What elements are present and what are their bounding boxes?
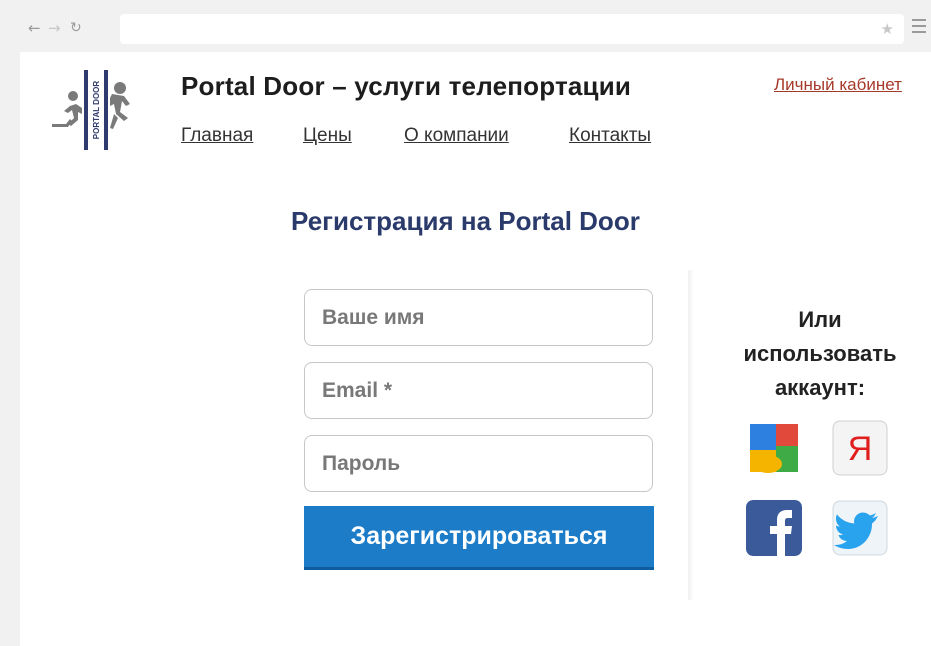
social-login-heading: Или использовать аккаунт: <box>743 307 897 400</box>
register-button[interactable]: Зарегистрироваться <box>304 506 654 570</box>
facebook-icon[interactable] <box>746 500 802 556</box>
twitter-icon[interactable] <box>832 500 888 556</box>
browser-toolbar: ← → ↻ ★ <box>0 0 931 52</box>
logo-lettering: PORTAL DOOR <box>92 81 101 140</box>
yandex-icon[interactable]: Я <box>832 420 888 476</box>
registration-heading: Регистрация на Portal Door <box>291 206 640 236</box>
email-input[interactable] <box>304 362 653 419</box>
nav-home[interactable]: Главная <box>181 125 253 147</box>
forward-arrow-icon[interactable]: → <box>48 20 61 36</box>
google-icon[interactable] <box>746 420 802 476</box>
reload-icon[interactable]: ↻ <box>70 20 82 36</box>
nav-about[interactable]: О компании <box>404 125 509 147</box>
nav-contacts[interactable]: Контакты <box>569 125 651 147</box>
nav-prices[interactable]: Цены <box>303 125 352 147</box>
star-icon[interactable]: ★ <box>881 20 894 38</box>
name-input[interactable] <box>304 289 653 346</box>
window-frame <box>0 52 20 646</box>
address-bar[interactable]: ★ <box>120 14 904 44</box>
panel-divider <box>688 270 694 600</box>
yandex-letter: Я <box>848 430 873 468</box>
hamburger-menu-icon[interactable] <box>912 19 926 37</box>
account-link[interactable]: Личный кабинет <box>774 75 902 95</box>
back-arrow-icon[interactable]: ← <box>28 20 41 36</box>
password-input[interactable] <box>304 435 653 492</box>
portal-door-logo[interactable]: PORTAL DOOR <box>44 66 140 156</box>
site-title: Portal Door – услуги телепортации <box>181 71 632 101</box>
